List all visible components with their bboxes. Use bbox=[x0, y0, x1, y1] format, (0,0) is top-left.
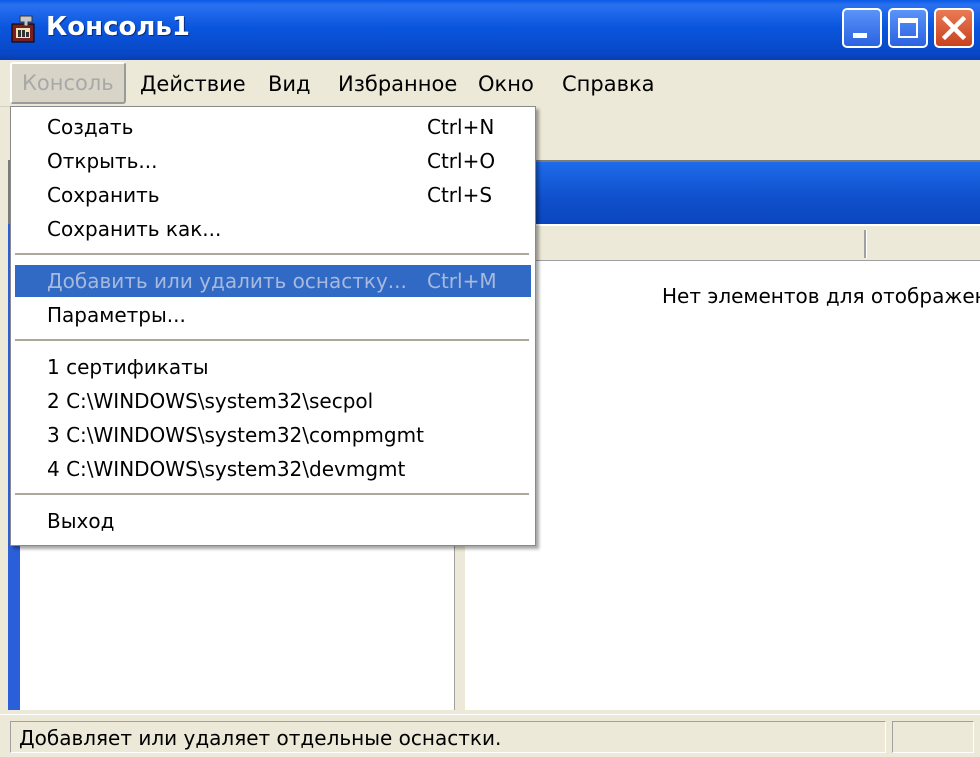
menu-favorites[interactable]: Избранное bbox=[332, 68, 463, 100]
menu-item-exit[interactable]: Выход bbox=[15, 505, 531, 537]
status-panel-secondary bbox=[892, 721, 974, 753]
menu-item-recent-2[interactable]: 2 C:\WINDOWS\system32\secpol bbox=[15, 385, 531, 417]
menu-item-label: Выход bbox=[47, 509, 115, 533]
menu-item-label: 2 C:\WINDOWS\system32\secpol bbox=[47, 389, 374, 413]
menu-item-options[interactable]: Параметры... bbox=[15, 299, 531, 331]
menu-item-save[interactable]: Сохранить Ctrl+S bbox=[15, 179, 531, 211]
menu-console[interactable]: Консоль bbox=[10, 62, 126, 104]
title-bar[interactable]: Консоль1 bbox=[0, 0, 980, 60]
menu-item-label: Сохранить bbox=[47, 183, 160, 207]
maximize-button[interactable] bbox=[888, 8, 928, 48]
menu-item-label: Сохранить как... bbox=[47, 217, 222, 241]
menu-item-label: 1 сертификаты bbox=[47, 355, 209, 379]
minimize-button[interactable] bbox=[842, 8, 882, 48]
menu-item-recent-1[interactable]: 1 сертификаты bbox=[15, 351, 531, 383]
menu-bar: Консоль Действие Вид Избранное Окно Спра… bbox=[0, 60, 980, 107]
menu-item-shortcut: Ctrl+N bbox=[427, 115, 495, 139]
status-text: Добавляет или удаляет отдельные оснастки… bbox=[10, 721, 886, 753]
menu-item-add-remove-snapin[interactable]: Добавить или удалить оснастку... Ctrl+M bbox=[15, 265, 531, 297]
menu-action[interactable]: Действие bbox=[134, 68, 252, 100]
menu-item-open[interactable]: Открыть... Ctrl+O bbox=[15, 145, 531, 177]
menu-item-label: Открыть... bbox=[47, 149, 158, 173]
menu-item-label: Создать bbox=[47, 115, 134, 139]
menu-item-shortcut: Ctrl+O bbox=[427, 149, 496, 173]
menu-item-save-as[interactable]: Сохранить как... bbox=[15, 213, 531, 245]
column-separator[interactable] bbox=[864, 230, 867, 258]
menu-item-shortcut: Ctrl+M bbox=[427, 269, 497, 293]
menu-item-create[interactable]: Создать Ctrl+N bbox=[15, 111, 531, 143]
menu-separator bbox=[15, 339, 529, 341]
close-icon bbox=[941, 15, 967, 41]
console-menu-dropdown: Создать Ctrl+N Открыть... Ctrl+O Сохрани… bbox=[10, 106, 536, 546]
tree-pane-body[interactable] bbox=[20, 540, 454, 710]
menu-item-label: Параметры... bbox=[47, 303, 186, 327]
menu-window[interactable]: Окно bbox=[472, 68, 540, 100]
menu-item-shortcut: Ctrl+S bbox=[427, 183, 493, 207]
empty-list-message: Нет элементов для отображен bbox=[662, 284, 980, 308]
menu-item-label: 3 C:\WINDOWS\system32\compmgmt bbox=[47, 423, 424, 447]
window-title: Консоль1 bbox=[46, 12, 190, 42]
close-button[interactable] bbox=[934, 8, 974, 48]
column-header[interactable] bbox=[466, 226, 980, 261]
maximize-icon bbox=[898, 18, 918, 38]
menu-item-label: 4 C:\WINDOWS\system32\devmgmt bbox=[47, 457, 406, 481]
mmc-console-icon bbox=[11, 15, 35, 43]
status-bar: Добавляет или удаляет отдельные оснастки… bbox=[0, 714, 980, 757]
menu-item-label: Добавить или удалить оснастку... bbox=[47, 269, 407, 293]
minimize-icon bbox=[853, 33, 867, 38]
menu-view[interactable]: Вид bbox=[262, 68, 317, 100]
menu-item-recent-3[interactable]: 3 C:\WINDOWS\system32\compmgmt bbox=[15, 419, 531, 451]
menu-separator bbox=[15, 493, 529, 495]
menu-separator bbox=[15, 253, 529, 255]
menu-item-recent-4[interactable]: 4 C:\WINDOWS\system32\devmgmt bbox=[15, 453, 531, 485]
menu-help[interactable]: Справка bbox=[556, 68, 661, 100]
